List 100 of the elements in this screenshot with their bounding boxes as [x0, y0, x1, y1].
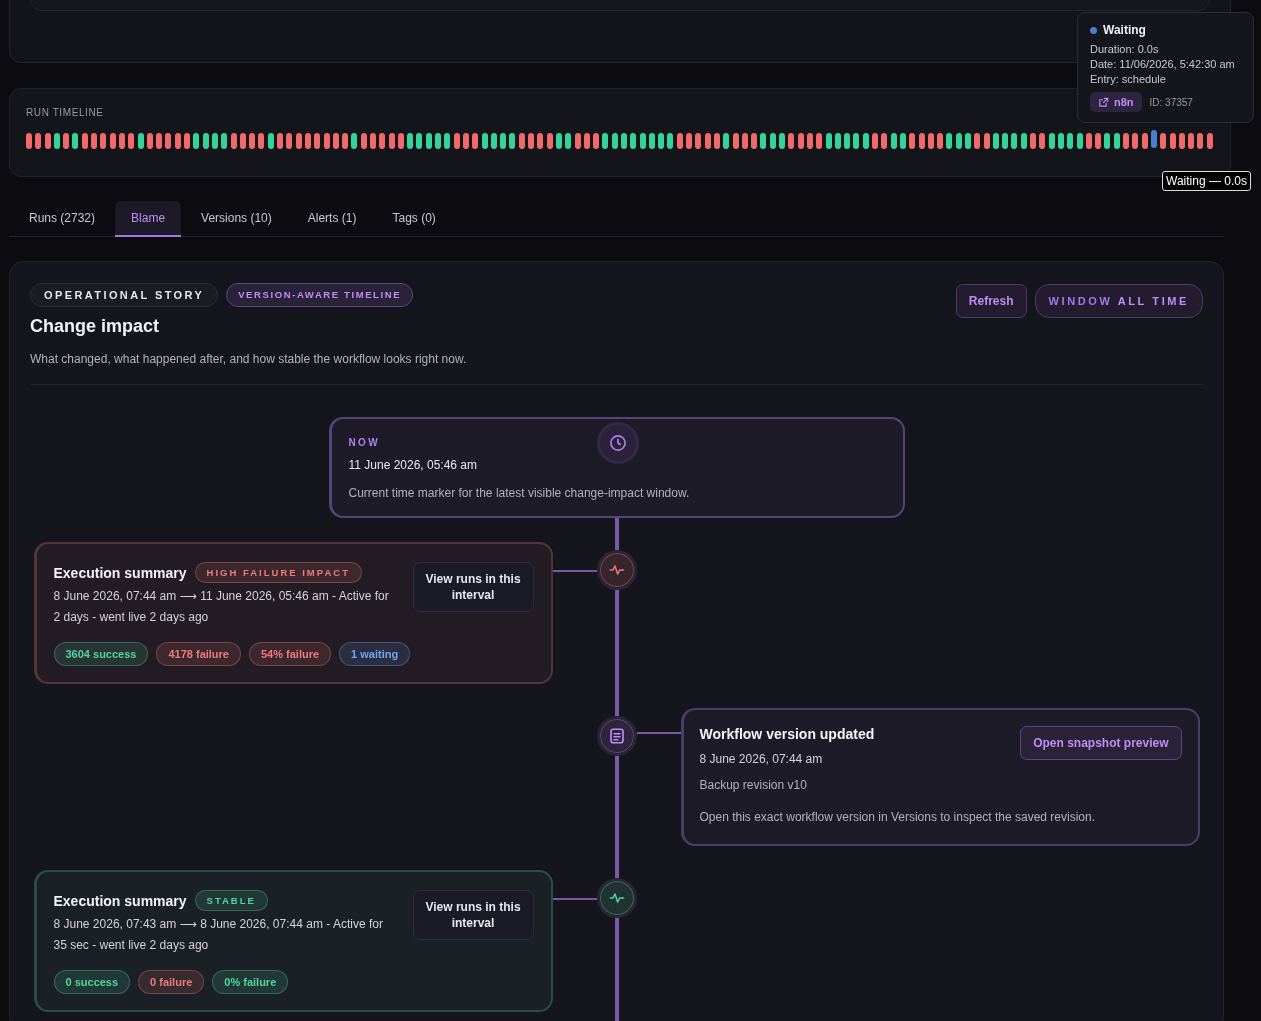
run-bar[interactable] [500, 133, 507, 149]
run-bar[interactable] [751, 133, 758, 149]
run-bar[interactable] [1132, 133, 1139, 149]
run-bar[interactable] [1141, 133, 1148, 149]
run-bar[interactable] [370, 133, 376, 149]
run-bar[interactable] [1197, 133, 1204, 149]
run-bar[interactable] [1011, 133, 1018, 149]
run-bar[interactable] [555, 133, 562, 149]
tab[interactable]: Tags (0) [376, 201, 452, 237]
run-bar[interactable] [621, 133, 627, 149]
run-bar[interactable] [676, 133, 683, 149]
run-bar[interactable] [128, 133, 135, 149]
run-bar[interactable] [583, 133, 590, 149]
run-bar[interactable] [509, 133, 516, 149]
run-bar[interactable] [713, 133, 720, 149]
run-bar[interactable] [314, 133, 321, 149]
window-button[interactable]: WINDOW ALL TIME [1034, 284, 1203, 318]
run-bar[interactable] [184, 133, 191, 149]
run-bar[interactable] [955, 133, 962, 149]
run-bar[interactable] [100, 133, 107, 149]
run-bar[interactable] [1057, 133, 1064, 149]
run-bar[interactable] [472, 133, 479, 149]
run-bar[interactable] [63, 133, 70, 149]
run-bar[interactable] [946, 133, 953, 149]
run-bar[interactable] [91, 133, 98, 149]
run-bar[interactable] [983, 133, 990, 149]
run-bar[interactable] [388, 133, 395, 149]
run-bar[interactable] [918, 133, 925, 149]
run-bar[interactable] [304, 133, 311, 149]
run-bar[interactable] [779, 133, 786, 149]
run-bar[interactable] [416, 133, 423, 149]
run-bar[interactable] [137, 133, 144, 149]
run-bar[interactable] [435, 133, 442, 149]
run-bar[interactable] [602, 133, 609, 149]
run-bar[interactable] [853, 133, 860, 149]
run-bar[interactable] [862, 133, 869, 149]
run-bar[interactable] [109, 133, 116, 149]
run-bar[interactable] [741, 133, 748, 149]
open-link[interactable]: n8n [1090, 92, 1142, 112]
run-bar[interactable] [72, 133, 79, 149]
run-bar[interactable] [81, 133, 88, 149]
tab[interactable]: Alerts (1) [291, 201, 373, 237]
run-bar[interactable] [1020, 133, 1027, 149]
run-bar[interactable] [630, 133, 637, 149]
run-bar[interactable] [1039, 133, 1046, 149]
run-bar[interactable] [1206, 133, 1213, 149]
run-bar[interactable] [537, 133, 544, 149]
run-bar[interactable] [453, 133, 460, 149]
run-bar[interactable] [193, 133, 200, 149]
run-bar[interactable] [992, 133, 999, 149]
run-bar[interactable] [1095, 133, 1102, 149]
run-bar[interactable] [351, 133, 358, 149]
run-bar[interactable] [286, 133, 293, 149]
run-bar[interactable] [221, 133, 228, 149]
run-bar[interactable] [1123, 133, 1130, 149]
run-bar[interactable] [35, 133, 42, 149]
run-bar[interactable] [825, 133, 832, 149]
run-bar[interactable] [844, 133, 851, 149]
run-bar[interactable] [834, 133, 841, 149]
run-bar[interactable] [44, 133, 51, 149]
run-bar[interactable] [230, 133, 237, 149]
refresh-button[interactable]: Refresh [955, 284, 1027, 318]
run-bar[interactable] [118, 133, 125, 149]
run-bar[interactable] [899, 133, 906, 149]
run-bar[interactable] [239, 133, 246, 149]
tab[interactable]: Runs (2732) [13, 201, 112, 237]
run-bar[interactable] [267, 133, 274, 149]
run-bar[interactable] [695, 133, 702, 149]
run-bar[interactable] [258, 133, 265, 149]
run-bar[interactable] [277, 133, 283, 149]
run-bar[interactable] [1150, 130, 1157, 148]
run-bar[interactable] [342, 133, 349, 149]
run-bar[interactable] [146, 133, 153, 149]
run-bar[interactable] [704, 133, 711, 149]
run-bar[interactable] [156, 133, 163, 149]
run-bar[interactable] [425, 133, 432, 149]
run-bar[interactable] [1048, 133, 1055, 149]
run-bar[interactable] [26, 133, 32, 149]
run-bar[interactable] [1076, 133, 1083, 149]
run-bar[interactable] [397, 133, 404, 149]
run-bar[interactable] [1067, 133, 1074, 149]
run-bar[interactable] [816, 133, 823, 149]
run-bar[interactable] [53, 133, 60, 149]
run-bar[interactable] [1113, 133, 1120, 149]
run-bar[interactable] [667, 133, 674, 149]
run-bar[interactable] [360, 133, 367, 149]
run-bar[interactable] [797, 133, 804, 149]
run-bar[interactable] [965, 133, 971, 149]
run-bar[interactable] [648, 133, 655, 149]
run-bar[interactable] [890, 133, 897, 149]
run-bar[interactable] [407, 133, 414, 149]
view-runs-button[interactable]: View runs in this interval [412, 562, 534, 612]
run-bar[interactable] [323, 133, 330, 149]
run-bar[interactable] [1104, 133, 1111, 149]
run-bar[interactable] [211, 133, 218, 149]
tab[interactable]: Versions (10) [185, 201, 288, 237]
run-bar[interactable] [379, 133, 386, 149]
run-bar[interactable] [1030, 133, 1037, 149]
open-snapshot-button[interactable]: Open snapshot preview [1020, 726, 1182, 760]
run-bar[interactable] [974, 133, 981, 149]
